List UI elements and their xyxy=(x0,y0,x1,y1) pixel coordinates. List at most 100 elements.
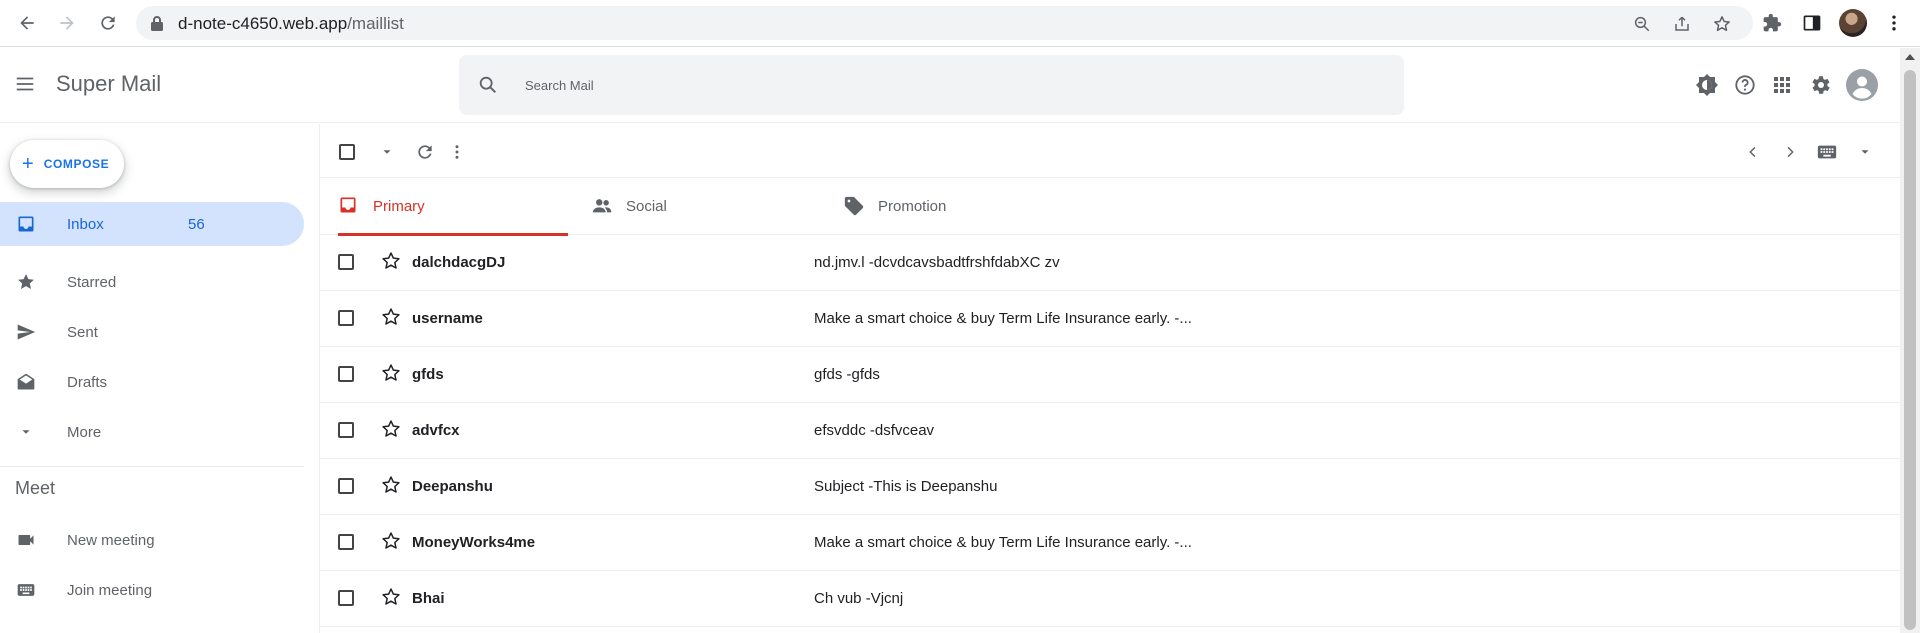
app-title: Super Mail xyxy=(56,71,162,96)
email-row[interactable]: advfcx efsvddc -dsfvceav xyxy=(320,403,1901,459)
email-subject: Make a smart choice & buy Term Life Insu… xyxy=(814,310,1192,327)
url-text: d-note-c4650.web.app/maillist xyxy=(178,14,404,33)
star-icon xyxy=(14,270,38,294)
account-avatar-icon[interactable] xyxy=(1845,68,1879,102)
star-outline-icon[interactable] xyxy=(381,475,401,500)
row-checkbox[interactable] xyxy=(338,590,354,606)
email-subject: gfds -gfds xyxy=(814,366,880,383)
email-row[interactable]: dalchdacgDJ nd.jmv.l -dcvdcavsbadtfrshfd… xyxy=(320,235,1901,291)
email-sender: Deepanshu xyxy=(412,478,493,495)
meet-section-title: Meet xyxy=(15,478,56,498)
profile-avatar[interactable] xyxy=(1839,9,1867,37)
email-subject: Ch vub -Vjcnj xyxy=(814,590,904,607)
tab-promotion[interactable]: Promotion xyxy=(825,179,1055,235)
email-subject: Subject -This is Deepanshu xyxy=(814,478,998,495)
page-scrollbar[interactable] xyxy=(1900,48,1920,633)
side-panel-icon[interactable] xyxy=(1799,10,1825,36)
menu-icon[interactable] xyxy=(14,73,36,100)
chevron-down-icon xyxy=(14,420,38,444)
back-arrow-icon[interactable] xyxy=(14,10,40,36)
email-row[interactable]: username Make a smart choice & buy Term … xyxy=(320,291,1901,347)
search-input[interactable] xyxy=(525,70,1365,100)
reload-icon[interactable] xyxy=(95,10,121,36)
sidebar-item-drafts[interactable]: Drafts xyxy=(0,360,304,404)
mail-toolbar xyxy=(320,124,1901,178)
row-checkbox[interactable] xyxy=(338,534,354,550)
star-outline-icon[interactable] xyxy=(381,419,401,444)
refresh-icon[interactable] xyxy=(412,139,438,165)
row-checkbox[interactable] xyxy=(338,310,354,326)
plus-icon: + xyxy=(22,153,34,175)
email-sender: gfds xyxy=(412,366,444,383)
email-subject: nd.jmv.l -dcvdcavsbadtfrshfdabXC zv xyxy=(814,254,1060,271)
category-tabs: Primary Social Promotion xyxy=(320,179,1901,236)
settings-gear-icon[interactable] xyxy=(1805,70,1835,100)
email-sender: Bhai xyxy=(412,590,445,607)
search-icon[interactable] xyxy=(477,74,499,101)
email-subject: efsvddc -dsfvceav xyxy=(814,422,935,439)
apps-grid-icon[interactable] xyxy=(1767,70,1797,100)
email-subject: Make a smart choice & buy Term Life Insu… xyxy=(814,534,1192,551)
keyboard-icon xyxy=(14,578,38,602)
select-dropdown-icon[interactable] xyxy=(374,139,400,165)
scroll-up-arrow-icon[interactable] xyxy=(1905,54,1915,60)
mail-list-panel: Primary Social Promotion dalchdacgDJ nd.… xyxy=(319,124,1901,633)
chevron-left-icon[interactable] xyxy=(1740,139,1766,165)
people-icon xyxy=(591,195,613,222)
bookmark-star-icon[interactable] xyxy=(1711,13,1733,35)
inbox-count: 56 xyxy=(188,215,205,233)
drafts-icon xyxy=(14,370,38,394)
row-checkbox[interactable] xyxy=(338,366,354,382)
row-checkbox[interactable] xyxy=(338,478,354,494)
app-header: Super Mail xyxy=(0,48,1900,123)
browser-toolbar: d-note-c4650.web.app/maillist xyxy=(0,0,1920,47)
email-row[interactable]: Deepanshu Subject -This is Deepanshu xyxy=(320,459,1901,515)
sidebar-item-join-meeting[interactable]: Join meeting xyxy=(0,568,304,612)
star-outline-icon[interactable] xyxy=(381,531,401,556)
sidebar-item-new-meeting[interactable]: New meeting xyxy=(0,518,304,562)
share-icon[interactable] xyxy=(1671,13,1693,35)
sidebar: + COMPOSE Inbox 56 Starred Sent Drafts M… xyxy=(0,124,318,633)
extensions-icon[interactable] xyxy=(1759,10,1785,36)
address-bar[interactable]: d-note-c4650.web.app/maillist xyxy=(136,6,1753,40)
keyboard-input-icon[interactable] xyxy=(1814,139,1840,165)
more-options-icon[interactable] xyxy=(444,139,470,165)
sidebar-divider xyxy=(0,466,304,467)
row-checkbox[interactable] xyxy=(338,422,354,438)
forward-arrow-icon[interactable] xyxy=(54,10,80,36)
zoom-icon[interactable] xyxy=(1631,13,1653,35)
email-sender: dalchdacgDJ xyxy=(412,254,506,271)
videocam-icon xyxy=(14,528,38,552)
inbox-icon xyxy=(338,195,358,220)
input-dropdown-icon[interactable] xyxy=(1852,139,1878,165)
lock-icon xyxy=(150,15,164,36)
row-checkbox[interactable] xyxy=(338,254,354,270)
send-icon xyxy=(14,320,38,344)
star-outline-icon[interactable] xyxy=(381,363,401,388)
search-bar xyxy=(459,55,1404,115)
email-row[interactable]: MoneyWorks4me Make a smart choice & buy … xyxy=(320,515,1901,571)
sidebar-item-sent[interactable]: Sent xyxy=(0,310,304,354)
star-outline-icon[interactable] xyxy=(381,587,401,612)
select-all-checkbox[interactable] xyxy=(334,139,360,165)
more-vert-icon[interactable] xyxy=(1881,10,1907,36)
tab-social[interactable]: Social xyxy=(573,179,803,235)
sidebar-item-inbox[interactable]: Inbox 56 xyxy=(0,202,304,246)
chevron-right-icon[interactable] xyxy=(1777,139,1803,165)
help-icon[interactable] xyxy=(1730,70,1760,100)
email-row[interactable]: Bhai Ch vub -Vjcnj xyxy=(320,571,1901,627)
inbox-icon xyxy=(14,212,38,236)
scrollbar-thumb[interactable] xyxy=(1904,70,1916,630)
tag-icon xyxy=(843,195,865,222)
compose-button[interactable]: + COMPOSE xyxy=(10,140,124,188)
email-sender: username xyxy=(412,310,483,327)
email-sender: advfcx xyxy=(412,422,460,439)
tab-primary[interactable]: Primary xyxy=(320,179,568,236)
sidebar-item-more[interactable]: More xyxy=(0,410,304,454)
sidebar-item-starred[interactable]: Starred xyxy=(0,260,304,304)
theme-toggle-icon[interactable] xyxy=(1692,70,1722,100)
email-row[interactable]: gfds gfds -gfds xyxy=(320,347,1901,403)
email-sender: MoneyWorks4me xyxy=(412,534,536,551)
star-outline-icon[interactable] xyxy=(381,307,401,332)
star-outline-icon[interactable] xyxy=(381,251,401,276)
